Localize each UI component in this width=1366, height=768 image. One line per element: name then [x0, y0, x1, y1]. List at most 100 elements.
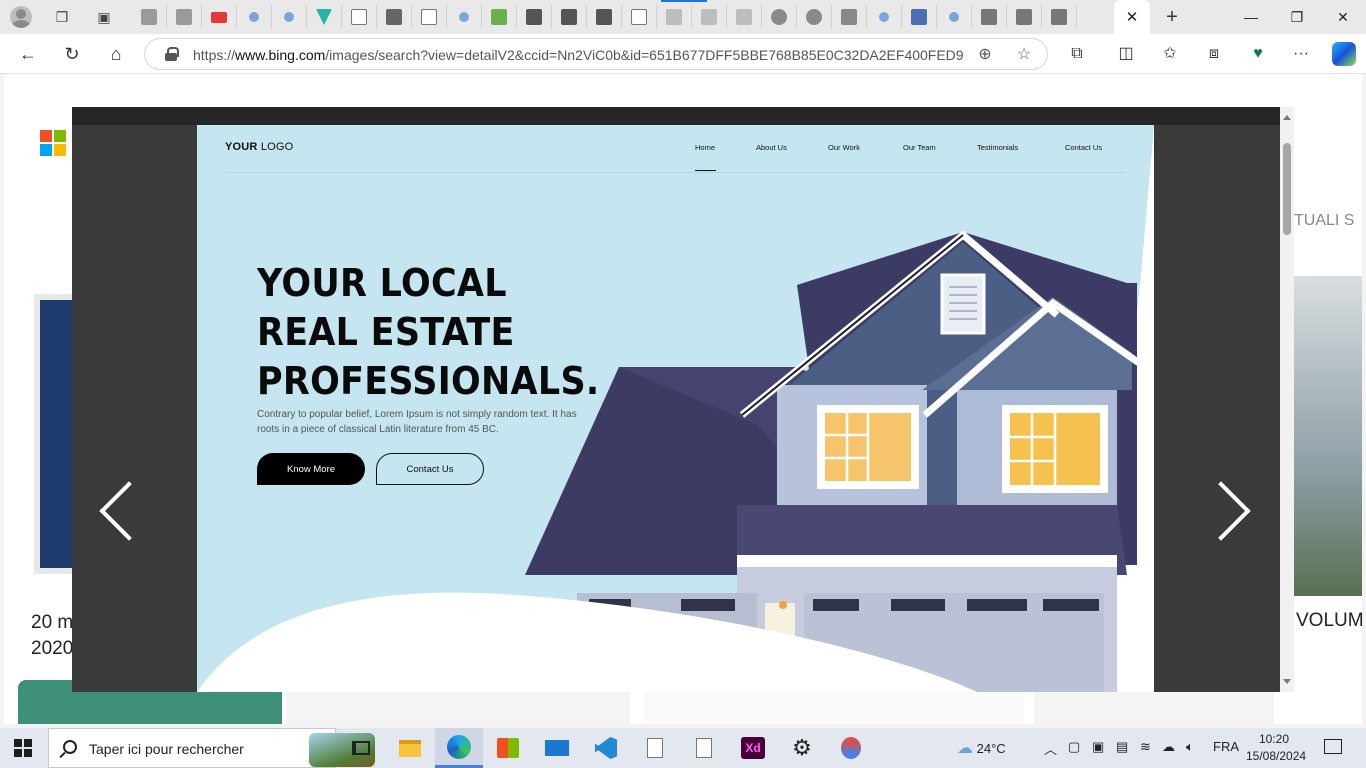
tab-item[interactable] [272, 5, 307, 29]
tab-item[interactable] [377, 5, 412, 29]
tab-item[interactable] [482, 5, 517, 29]
profile-icon[interactable] [10, 6, 32, 28]
maximize-button[interactable]: ❐ [1274, 0, 1320, 34]
mail-icon[interactable] [533, 728, 581, 768]
tray-app-icon[interactable]: ▤ [1116, 739, 1128, 755]
search-placeholder: Taper ici pour rechercher [89, 741, 244, 757]
scrollbar-thumb[interactable] [1283, 143, 1291, 235]
tab-item[interactable] [867, 5, 902, 29]
windows-start-icon[interactable] [14, 739, 32, 757]
onedrive-cloud-icon[interactable]: ☁ [1162, 739, 1175, 755]
tab-item[interactable] [692, 5, 727, 29]
mockup-nav-home: Home [695, 143, 716, 152]
wifi-icon[interactable]: ≋ [1140, 739, 1151, 755]
edge-browser-icon[interactable] [435, 728, 483, 768]
tab-item[interactable] [447, 5, 482, 29]
favorite-star-icon[interactable]: ☆ [1013, 44, 1035, 66]
tab-item[interactable] [202, 5, 237, 29]
tab-item[interactable] [517, 5, 552, 29]
extensions-icon[interactable]: ⧉ [1065, 42, 1089, 66]
close-window-button[interactable]: ✕ [1320, 0, 1366, 34]
tab-item[interactable] [727, 5, 762, 29]
temperature: 24°C [976, 741, 1006, 756]
copilot-icon[interactable] [1332, 42, 1356, 66]
tab-item[interactable] [622, 5, 657, 29]
volume-icon[interactable]: 🔈︎ [1186, 739, 1194, 755]
tab-item[interactable] [412, 5, 447, 29]
browser-essentials-icon[interactable]: ♥ [1246, 42, 1270, 66]
tab-item[interactable] [237, 5, 272, 29]
collections-icon[interactable]: ⧈ [1202, 42, 1226, 66]
mockup-headline: YOUR LOCAL REAL ESTATE PROFESSIONALS. [257, 259, 599, 406]
show-hidden-icons-chevron-icon[interactable]: ︿ [1044, 739, 1057, 758]
loading-indicator [661, 0, 707, 2]
snipping-tool-icon[interactable] [827, 728, 875, 768]
headline-line: REAL ESTATE [257, 310, 515, 354]
mockup-nav-about: About Us [756, 143, 787, 152]
settings-gear-icon[interactable]: ⚙ [778, 728, 826, 768]
home-button[interactable]: ⌂ [104, 42, 128, 66]
tab-item[interactable] [797, 5, 832, 29]
tab-item[interactable] [1007, 5, 1042, 29]
windows-taskbar: Taper ici pour rechercher Xd ⚙ ☁ 24°C ︿ … [0, 728, 1366, 768]
tab-item[interactable] [832, 5, 867, 29]
tab-item[interactable] [902, 5, 937, 29]
url-text[interactable]: https://www.bing.com/images/search?view=… [193, 47, 963, 63]
tab-item[interactable] [762, 5, 797, 29]
notification-center-icon[interactable] [1324, 739, 1342, 754]
tray-app-icon[interactable]: ▣ [1092, 739, 1104, 755]
mockup-nav-team: Our Team [903, 143, 936, 152]
scroll-up-arrow-icon[interactable] [1283, 115, 1291, 120]
minimize-button[interactable]: — [1228, 0, 1274, 34]
previous-image-chevron-icon[interactable] [90, 470, 130, 550]
microsoft-store-icon[interactable] [484, 728, 532, 768]
vscode-icon[interactable] [582, 728, 630, 768]
taskbar-search-box[interactable]: Taper ici pour rechercher [48, 728, 375, 768]
active-tab-close-button[interactable]: ✕ [1114, 0, 1150, 34]
tab-item[interactable] [552, 5, 587, 29]
background-caption[interactable]: VOLUM [1296, 610, 1362, 632]
tray-device-icon[interactable]: ▢ [1068, 739, 1080, 755]
favorites-icon[interactable]: ✩ [1158, 42, 1182, 66]
viewer-scrollbar[interactable] [1280, 107, 1294, 692]
file-explorer-icon[interactable] [386, 728, 434, 768]
tab-item[interactable] [307, 5, 342, 29]
language-indicator[interactable]: FRA [1213, 739, 1239, 754]
document-icon[interactable] [680, 728, 728, 768]
lock-icon[interactable] [165, 47, 179, 61]
detail-image[interactable]: YOUR LOGO Home About Us Our Work Our Tea… [197, 125, 1154, 692]
tab-item[interactable] [1042, 5, 1077, 29]
mockup-nav-testimonials: Testimonials [977, 143, 1019, 152]
back-button[interactable]: ← [16, 42, 40, 66]
browser-toolbar: ← ↻ ⌂ https://www.bing.com/images/search… [0, 34, 1366, 74]
scroll-down-arrow-icon[interactable] [1283, 679, 1291, 684]
mockup-logo: YOUR LOGO [225, 141, 294, 153]
new-tab-button[interactable]: + [1160, 6, 1184, 28]
weather-widget[interactable]: ☁ 24°C [957, 738, 1006, 758]
cloud-icon: ☁ [957, 740, 973, 757]
zoom-icon[interactable]: ⊕ [974, 44, 996, 66]
tab-item[interactable] [132, 5, 167, 29]
address-bar[interactable]: https://www.bing.com/images/search?view=… [144, 38, 1048, 70]
document-icon[interactable] [631, 728, 679, 768]
tab-item[interactable] [342, 5, 377, 29]
tab-item[interactable] [587, 5, 622, 29]
task-view-icon[interactable] [337, 728, 385, 768]
search-icon [63, 740, 77, 754]
more-options-icon[interactable]: ··· [1289, 42, 1313, 66]
split-screen-icon[interactable]: ◫ [1114, 42, 1138, 66]
tab-actions-icon[interactable]: ▣ [94, 7, 114, 27]
tab-item[interactable] [937, 5, 972, 29]
tab-item[interactable] [167, 5, 202, 29]
tab-item[interactable] [657, 5, 692, 29]
background-thumbnail[interactable] [1294, 276, 1362, 596]
mockup-nav-underline [695, 170, 716, 171]
next-image-chevron-icon[interactable] [1212, 470, 1252, 550]
adobe-xd-icon[interactable]: Xd [729, 728, 777, 768]
tab-item[interactable] [972, 5, 1007, 29]
workspaces-icon[interactable]: ❐ [52, 7, 72, 27]
viewer-header [72, 107, 1280, 125]
taskbar-clock[interactable]: 10:20 15/08/2024 [1246, 731, 1306, 765]
refresh-button[interactable]: ↻ [60, 42, 84, 66]
tab-strip: ❐ ▣ ✕ + — ❐ ✕ [0, 0, 1366, 34]
